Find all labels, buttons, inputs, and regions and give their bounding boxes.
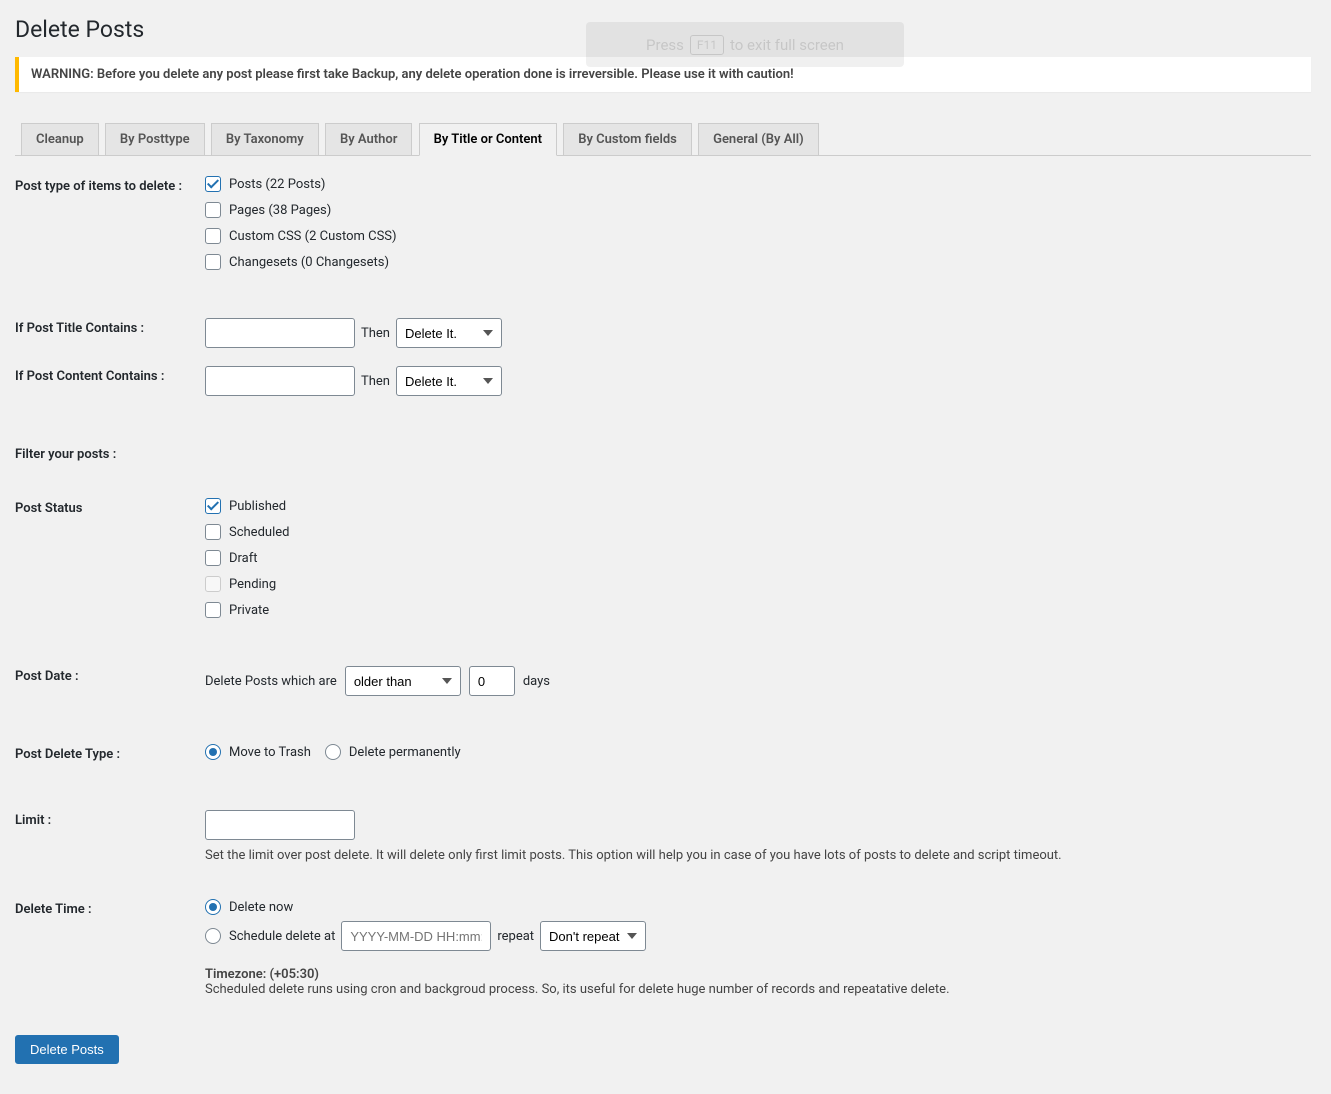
checkbox-changesets-label: Changesets (0 Changesets) (229, 255, 389, 270)
tab-posttype[interactable]: By Posttype (105, 123, 205, 156)
tab-author[interactable]: By Author (325, 123, 412, 156)
label-filter: Filter your posts : (15, 444, 205, 462)
delete-posts-button[interactable]: Delete Posts (15, 1035, 119, 1064)
checkbox-published-label: Published (229, 499, 286, 514)
label-content-contains: If Post Content Contains : (15, 366, 205, 384)
tab-general[interactable]: General (By All) (698, 123, 819, 156)
label-delete-type: Post Delete Type : (15, 744, 205, 762)
checkbox-pages-label: Pages (38 Pages) (229, 203, 331, 218)
checkbox-draft-label: Draft (229, 551, 258, 566)
label-delete-time: Delete Time : (15, 899, 205, 917)
radio-delete-perm-label: Delete permanently (349, 745, 461, 760)
input-content-contains[interactable] (205, 366, 355, 396)
label-post-date: Post Date : (15, 666, 205, 684)
checkbox-pending-label: Pending (229, 577, 276, 592)
radio-delete-perm[interactable] (325, 744, 341, 760)
limit-hint: Set the limit over post delete. It will … (205, 848, 1311, 863)
then-text-2: Then (361, 374, 390, 389)
label-limit: Limit : (15, 810, 205, 828)
radio-move-trash-label: Move to Trash (229, 745, 311, 760)
then-text-1: Then (361, 326, 390, 341)
select-title-action[interactable]: Delete It. (396, 318, 502, 348)
radio-schedule-label: Schedule delete at (229, 929, 335, 944)
timezone-hint: Scheduled delete runs using cron and bac… (205, 982, 950, 997)
input-schedule-datetime[interactable] (341, 921, 491, 951)
checkbox-scheduled[interactable] (205, 524, 221, 540)
tab-cleanup[interactable]: Cleanup (21, 123, 99, 156)
select-content-action[interactable]: Delete It. (396, 366, 502, 396)
checkbox-custom-css[interactable] (205, 228, 221, 244)
label-title-contains: If Post Title Contains : (15, 318, 205, 336)
tab-custom-fields[interactable]: By Custom fields (563, 123, 692, 156)
checkbox-published[interactable] (205, 498, 221, 514)
label-post-status: Post Status (15, 498, 205, 516)
checkbox-posts[interactable] (205, 176, 221, 192)
repeat-label: repeat (497, 929, 534, 944)
label-post-type: Post type of items to delete : (15, 176, 205, 194)
radio-move-trash[interactable] (205, 744, 221, 760)
timezone-label: Timezone: (+05:30) (205, 967, 319, 982)
input-title-contains[interactable] (205, 318, 355, 348)
checkbox-scheduled-label: Scheduled (229, 525, 289, 540)
radio-delete-now-label: Delete now (229, 900, 293, 915)
input-date-days[interactable] (469, 666, 515, 696)
select-repeat[interactable]: Don't repeat (540, 921, 646, 951)
date-suffix: days (523, 674, 550, 689)
checkbox-posts-label: Posts (22 Posts) (229, 177, 325, 192)
radio-delete-now[interactable] (205, 899, 221, 915)
tab-bar: Cleanup By Posttype By Taxonomy By Autho… (15, 122, 1311, 156)
checkbox-changesets[interactable] (205, 254, 221, 270)
checkbox-pages[interactable] (205, 202, 221, 218)
page-title: Delete Posts (15, 16, 1311, 43)
radio-schedule[interactable] (205, 928, 221, 944)
checkbox-private[interactable] (205, 602, 221, 618)
date-prefix: Delete Posts which are (205, 674, 337, 689)
checkbox-private-label: Private (229, 603, 269, 618)
tab-title-content[interactable]: By Title or Content (419, 123, 557, 156)
warning-banner: WARNING: Before you delete any post plea… (15, 57, 1311, 92)
checkbox-pending[interactable] (205, 576, 221, 592)
select-date-comparison[interactable]: older than (345, 666, 461, 696)
input-limit[interactable] (205, 810, 355, 840)
checkbox-draft[interactable] (205, 550, 221, 566)
checkbox-custom-css-label: Custom CSS (2 Custom CSS) (229, 229, 397, 244)
tab-taxonomy[interactable]: By Taxonomy (211, 123, 319, 156)
